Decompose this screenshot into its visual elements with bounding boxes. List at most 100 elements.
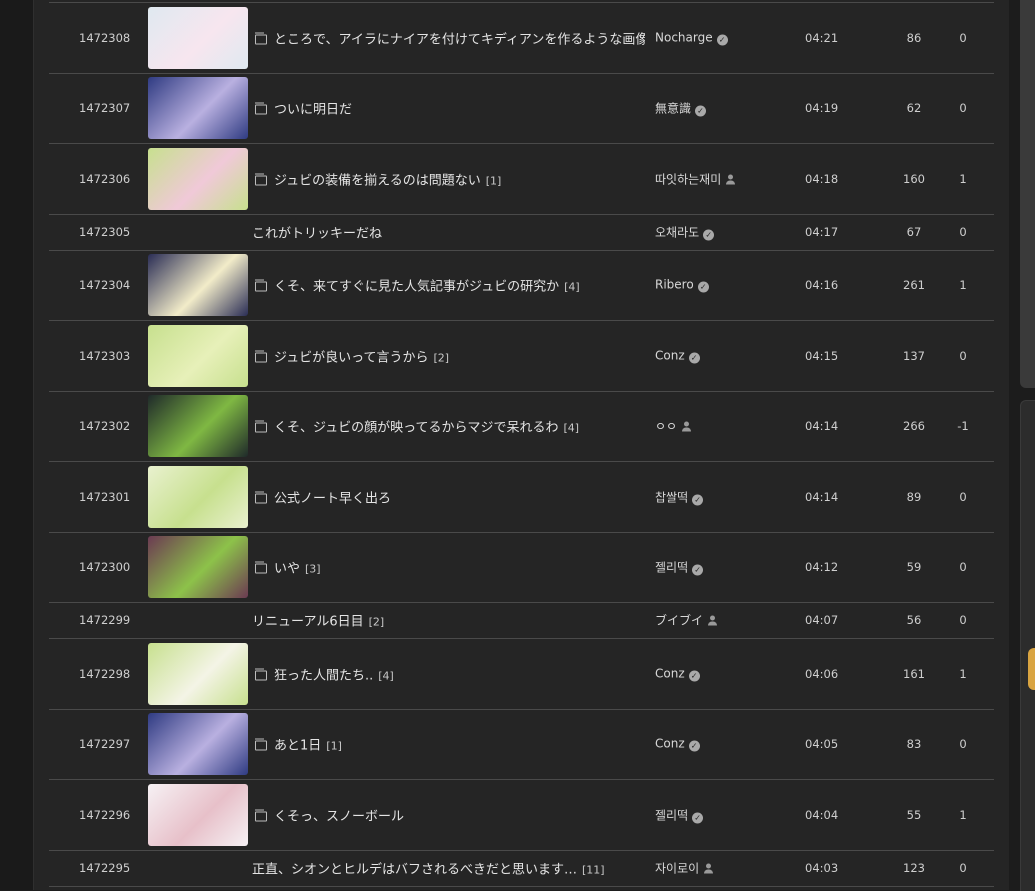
post-title: ついに明日だ xyxy=(274,102,353,118)
post-thumbnail[interactable] xyxy=(148,536,248,598)
table-row[interactable]: 1472300 いや [3] 젤리떡 ✓ 04:12 59 0 xyxy=(49,532,994,603)
table-row[interactable]: 1472295 正直、シオンとヒルデはバフされるべきだと思います… [11] 자이로이… xyxy=(49,850,994,887)
post-author[interactable]: Ribero ✓ xyxy=(655,278,709,293)
author-name: 찹쌀떡 xyxy=(655,490,689,505)
post-author[interactable]: 오채라도 ✓ xyxy=(655,224,715,241)
comment-count[interactable]: [2] xyxy=(369,616,385,629)
image-attachment-icon xyxy=(255,809,267,821)
table-row[interactable]: 1472304 くそ、来てすぐに見た人気記事がジュビの研究か [4] Ribero ✓ 0… xyxy=(49,250,994,321)
post-author[interactable]: 젤리떡 ✓ xyxy=(655,559,704,576)
post-author[interactable]: Conz ✓ xyxy=(655,666,700,681)
post-thumbnail[interactable] xyxy=(148,395,248,457)
post-thumbnail[interactable] xyxy=(148,7,248,69)
post-title-link[interactable]: 公式ノート早く出ろ xyxy=(255,488,391,507)
comment-count[interactable]: [4] xyxy=(378,669,394,682)
person-icon xyxy=(704,863,714,874)
post-author[interactable]: Nocharge ✓ xyxy=(655,31,728,46)
post-thumbnail[interactable] xyxy=(148,77,248,139)
post-title-link[interactable]: ジュビが良いって言うから [2] xyxy=(255,347,449,366)
post-title-link[interactable]: ところで、アイラにナイアを付けてキディアンを作るような画像は…[1] xyxy=(255,29,645,48)
table-row[interactable]: 1472299 リニューアル6日目 [2] ブイブイ 04:07 56 0 xyxy=(49,602,994,639)
verified-check-icon: ✓ xyxy=(692,564,704,576)
comment-count[interactable]: [3] xyxy=(305,563,321,576)
comment-count[interactable]: [11] xyxy=(582,864,605,877)
table-row[interactable]: 1472305 これがトリッキーだね 오채라도 ✓ 04:17 67 0 xyxy=(49,214,994,251)
table-row[interactable]: 1472296 くそっ、スノーボール 젤리떡 ✓ 04:04 55 1 xyxy=(49,779,994,851)
post-title: くそ、ジュビの顔が映ってるからマジで呆れるわ xyxy=(274,420,559,436)
author-name: Conz xyxy=(655,348,685,363)
table-row[interactable]: 1472298 狂った人間たち.. [4] Conz ✓ 04:06 161 1 xyxy=(49,638,994,710)
post-title-link[interactable]: あと1日 [1] xyxy=(255,735,342,754)
post-title-link[interactable]: 正直、シオンとヒルデはバフされるべきだと思います… [11] xyxy=(252,859,605,878)
post-time: 04:18 xyxy=(805,172,839,186)
view-count: 261 xyxy=(903,278,925,292)
view-count: 86 xyxy=(906,31,922,45)
post-title-link[interactable]: リニューアル6日目 [2] xyxy=(252,611,384,630)
post-thumbnail[interactable] xyxy=(148,148,248,210)
author-name: 오채라도 xyxy=(655,225,700,240)
comment-count[interactable]: [4] xyxy=(564,281,580,294)
recommend-count: 0 xyxy=(959,101,967,115)
table-row[interactable]: 1472301 公式ノート早く出ろ 찹쌀떡 ✓ 04:14 89 0 xyxy=(49,462,994,533)
post-thumbnail[interactable] xyxy=(148,466,248,528)
post-time: 04:04 xyxy=(805,807,839,822)
post-time: 04:21 xyxy=(805,31,839,45)
author-name: 젤리떡 xyxy=(655,560,689,575)
post-title-link[interactable]: くそ、来てすぐに見た人気記事がジュビの研究か [4] xyxy=(255,276,580,295)
post-thumbnail[interactable] xyxy=(148,642,248,705)
post-title: 正直、シオンとヒルデはバフされるべきだと思います… xyxy=(252,862,578,878)
floating-widget-icon[interactable] xyxy=(1028,648,1035,690)
post-title-link[interactable]: ついに明日だ xyxy=(255,99,352,118)
post-author[interactable]: 젤리떡 ✓ xyxy=(655,806,704,823)
scrollbar-thumb[interactable] xyxy=(1020,0,1035,388)
post-title-link[interactable]: くそ、ジュビの顔が映ってるからマジで呆れるわ [4] xyxy=(255,417,579,436)
post-id: 1472300 xyxy=(79,560,131,574)
comment-count[interactable]: [4] xyxy=(563,422,579,435)
comment-count[interactable]: [2] xyxy=(433,352,449,365)
post-thumbnail[interactable] xyxy=(148,254,248,316)
verified-check-icon: ✓ xyxy=(688,352,700,364)
comment-count[interactable]: [1] xyxy=(486,175,502,188)
post-thumbnail[interactable] xyxy=(148,713,248,775)
post-thumbnail[interactable] xyxy=(148,325,248,387)
post-author[interactable]: 자이로이 xyxy=(655,860,714,877)
post-title-link[interactable]: これがトリッキーだね xyxy=(252,223,382,242)
post-id: 1472308 xyxy=(79,31,131,45)
post-author[interactable]: Conz ✓ xyxy=(655,737,700,752)
post-title-link[interactable]: いや [3] xyxy=(255,558,321,577)
post-thumbnail[interactable] xyxy=(148,783,248,846)
post-author[interactable]: 찹쌀떡 ✓ xyxy=(655,489,704,506)
table-row[interactable]: 1472303 ジュビが良いって言うから [2] Conz ✓ 04:15 137 0 xyxy=(49,321,994,392)
side-panel-edge xyxy=(1020,400,1035,891)
post-title-link[interactable]: くそっ、スノーボール xyxy=(255,805,404,824)
table-row[interactable]: 1472308 ところで、アイラにナイアを付けてキディアンを作るような画像は…[1… xyxy=(49,3,994,74)
post-id: 1472299 xyxy=(79,613,131,627)
table-row[interactable]: 1472306 ジュビの装備を揃えるのは問題ない [1] 따잇하는재미 04:18 160… xyxy=(49,144,994,215)
recommend-count: 0 xyxy=(959,349,967,363)
post-time: 04:15 xyxy=(805,349,839,363)
image-attachment-icon xyxy=(255,279,267,292)
table-row[interactable]: 1472307 ついに明日だ 無意識 ✓ 04:19 62 0 xyxy=(49,73,994,144)
post-id: 1472302 xyxy=(79,419,131,433)
post-title-link[interactable]: ジュビの装備を揃えるのは問題ない [1] xyxy=(255,170,501,189)
post-title-link[interactable]: 狂った人間たち.. [4] xyxy=(255,664,394,683)
post-id: 1472304 xyxy=(79,278,131,292)
post-time: 04:05 xyxy=(805,737,839,751)
view-count: 55 xyxy=(906,807,922,822)
post-author[interactable]: ブイブイ xyxy=(655,612,718,629)
view-count: 56 xyxy=(906,613,922,627)
post-author[interactable]: 無意識 ✓ xyxy=(655,100,707,117)
author-name: ブイブイ xyxy=(655,613,704,628)
post-author[interactable]: Conz ✓ xyxy=(655,349,700,364)
post-title: リニューアル6日目 xyxy=(252,614,364,630)
view-count: 161 xyxy=(903,666,925,681)
table-row[interactable]: 1472302 くそ、ジュビの顔が映ってるからマジで呆れるわ [4] ㅇㅇ 04:14 2… xyxy=(49,391,994,462)
table-row[interactable]: 1472297 あと1日 [1] Conz ✓ 04:05 83 0 xyxy=(49,709,994,780)
person-icon xyxy=(682,421,692,432)
verified-check-icon: ✓ xyxy=(688,740,700,752)
post-title: 公式ノート早く出ろ xyxy=(274,491,392,507)
post-author[interactable]: ㅇㅇ xyxy=(655,418,692,435)
recommend-count: 0 xyxy=(959,560,967,574)
post-author[interactable]: 따잇하는재미 xyxy=(655,171,736,188)
comment-count[interactable]: [1] xyxy=(326,740,342,753)
